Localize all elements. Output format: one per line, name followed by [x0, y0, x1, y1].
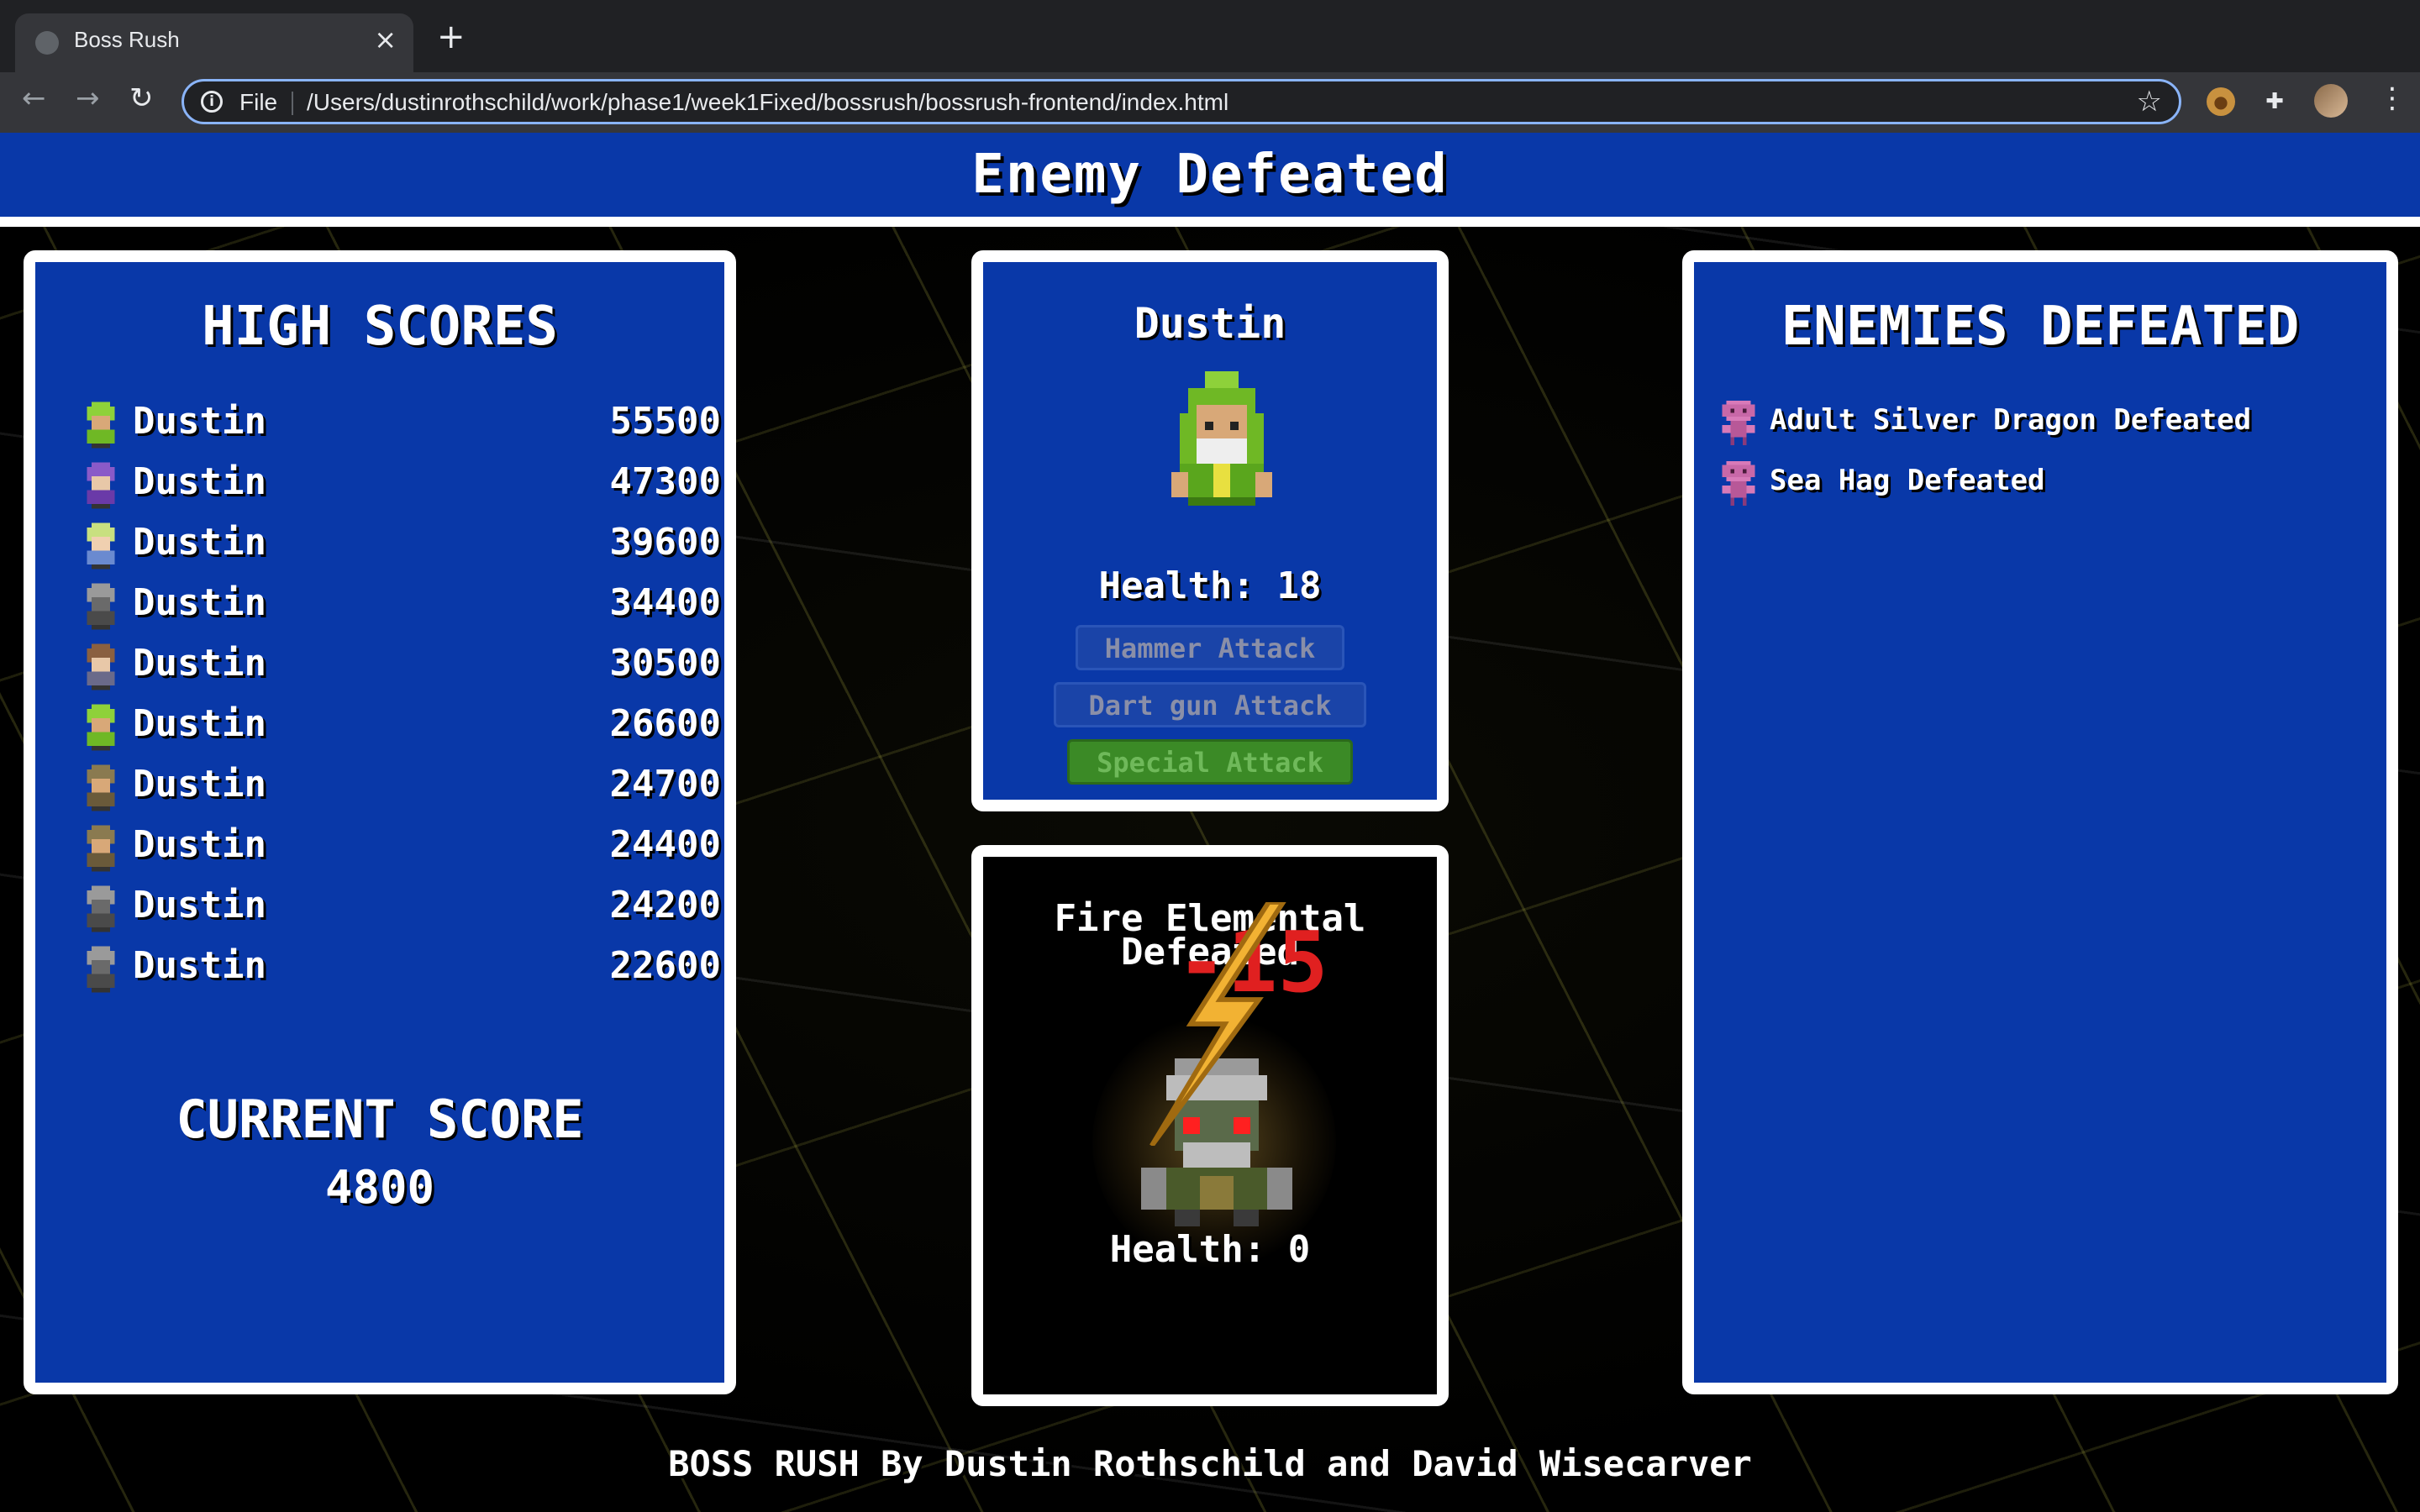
lightning-icon [1150, 902, 1286, 1146]
high-score-value: 34400 [609, 581, 721, 624]
player-avatar-icon [87, 946, 115, 993]
reload-icon[interactable]: ↻ [129, 84, 154, 113]
skull-alien-icon [1722, 400, 1755, 445]
browser-tab[interactable]: Boss Rush × [15, 13, 413, 72]
browser-tab-strip: Boss Rush × + [0, 0, 2420, 72]
defeated-enemy-text: Adult Silver Dragon Defeated [1770, 403, 2252, 437]
player-avatar-icon [87, 643, 115, 690]
dart-gun-attack-button[interactable]: Dart gun Attack [1054, 682, 1366, 727]
game-page: Enemy Defeated HIGH SCORES Dustin 55500 Du… [0, 133, 2420, 1512]
high-score-name: Dustin [133, 460, 266, 503]
high-score-value: 47300 [609, 460, 721, 503]
high-score-row: Dustin 55500 [82, 396, 721, 457]
high-score-name: Dustin [133, 763, 266, 806]
banner-title: Enemy Defeated [971, 144, 1449, 206]
high-scores-title: HIGH SCORES [202, 296, 558, 358]
player-health: Health: 18 [983, 564, 1437, 607]
high-score-name: Dustin [133, 521, 266, 564]
enemies-defeated-panel: ENEMIES DEFEATED Adult Silver Dragon Def… [1682, 250, 2398, 1394]
high-score-value: 22600 [609, 944, 721, 987]
high-score-value: 30500 [609, 642, 721, 685]
player-name: Dustin [1134, 299, 1286, 348]
player-wizard-sprite [1171, 371, 1272, 506]
defeated-enemy-text: Sea Hag Defeated [1770, 464, 2045, 497]
status-banner: Enemy Defeated [0, 133, 2420, 227]
info-icon[interactable]: i [201, 91, 223, 113]
new-tab-button[interactable]: + [437, 20, 466, 54]
defeated-enemy-item: Sea Hag Defeated [1718, 457, 2390, 517]
enemies-defeated-title: ENEMIES DEFEATED [1781, 296, 2300, 358]
high-score-row: Dustin 30500 [82, 638, 721, 699]
high-score-name: Dustin [133, 400, 266, 443]
back-arrow-icon[interactable]: ← [22, 84, 46, 113]
profile-avatar-icon[interactable] [2314, 84, 2348, 118]
special-attack-button[interactable]: Special Attack [1067, 739, 1353, 785]
high-score-row: Dustin 47300 [82, 457, 721, 517]
enemy-health: Health: 0 [983, 1228, 1437, 1271]
high-score-value: 26600 [609, 702, 721, 745]
omnibox-divider [292, 92, 293, 115]
player-panel: Dustin Health: 18 Hammer Attack Dart gun… [971, 250, 1449, 811]
high-score-row: Dustin 24400 [82, 820, 721, 880]
high-score-name: Dustin [133, 581, 266, 624]
high-score-value: 55500 [609, 400, 721, 443]
high-score-row: Dustin 22600 [82, 941, 721, 1001]
bookmark-star-icon[interactable]: ☆ [2137, 85, 2162, 118]
hammer-attack-button[interactable]: Hammer Attack [1076, 625, 1344, 670]
high-score-name: Dustin [133, 944, 266, 987]
player-avatar-icon [87, 764, 115, 811]
high-score-name: Dustin [133, 702, 266, 745]
high-score-name: Dustin [133, 884, 266, 927]
high-score-value: 24700 [609, 763, 721, 806]
globe-icon [35, 31, 59, 55]
url-text[interactable]: /Users/dustinrothschild/work/phase1/week… [307, 89, 1228, 116]
player-avatar-icon [87, 462, 115, 509]
high-scores-panel: HIGH SCORES Dustin 55500 Dustin 47300 Dustin… [24, 250, 736, 1394]
player-avatar-icon [87, 583, 115, 630]
file-scheme-label: File [239, 89, 278, 115]
tab-title: Boss Rush [74, 27, 180, 52]
high-score-row: Dustin 24700 [82, 759, 721, 820]
high-scores-list: Dustin 55500 Dustin 47300 Dustin 39600 Dustin 3… [82, 396, 721, 1001]
player-health-label: Health: [1098, 564, 1255, 607]
player-avatar-icon [87, 402, 115, 449]
more-menu-icon[interactable]: ⋮ [2378, 84, 2407, 113]
defeated-enemy-item: Adult Silver Dragon Defeated [1718, 396, 2390, 457]
enemy-health-value: 0 [1287, 1228, 1311, 1271]
puzzle-extensions-icon[interactable]: ✚ [2260, 87, 2289, 116]
player-avatar-icon [87, 704, 115, 751]
high-score-value: 24200 [609, 884, 721, 927]
player-avatar-icon [87, 825, 115, 872]
high-score-value: 39600 [609, 521, 721, 564]
high-score-name: Dustin [133, 642, 266, 685]
high-score-row: Dustin 34400 [82, 578, 721, 638]
current-score-value: 4800 [324, 1161, 435, 1214]
cookie-extension-icon[interactable]: ● [2207, 87, 2235, 116]
player-avatar-icon [87, 522, 115, 570]
credits-footer: BOSS RUSH By Dustin Rothschild and David… [668, 1443, 1752, 1484]
player-health-value: 18 [1276, 564, 1322, 607]
player-avatar-icon [87, 885, 115, 932]
browser-toolbar: ← → ↻ i File /Users/dustinrothschild/wor… [0, 72, 2420, 133]
high-score-row: Dustin 39600 [82, 517, 721, 578]
enemy-health-label: Health: [1109, 1228, 1266, 1271]
skull-alien-icon [1722, 460, 1755, 506]
enemies-defeated-list: Adult Silver Dragon Defeated Sea Hag Defe… [1718, 396, 2390, 517]
high-score-value: 24400 [609, 823, 721, 866]
close-tab-icon[interactable]: × [374, 24, 397, 55]
address-bar[interactable]: i File /Users/dustinrothschild/work/phas… [182, 79, 2181, 124]
high-score-name: Dustin [133, 823, 266, 866]
forward-arrow-icon[interactable]: → [76, 84, 100, 113]
current-score-label: CURRENT SCORE [176, 1089, 584, 1150]
high-score-row: Dustin 26600 [82, 699, 721, 759]
high-score-row: Dustin 24200 [82, 880, 721, 941]
enemy-panel: Fire Elemental Defeated -15 Health: 0 [971, 845, 1449, 1406]
